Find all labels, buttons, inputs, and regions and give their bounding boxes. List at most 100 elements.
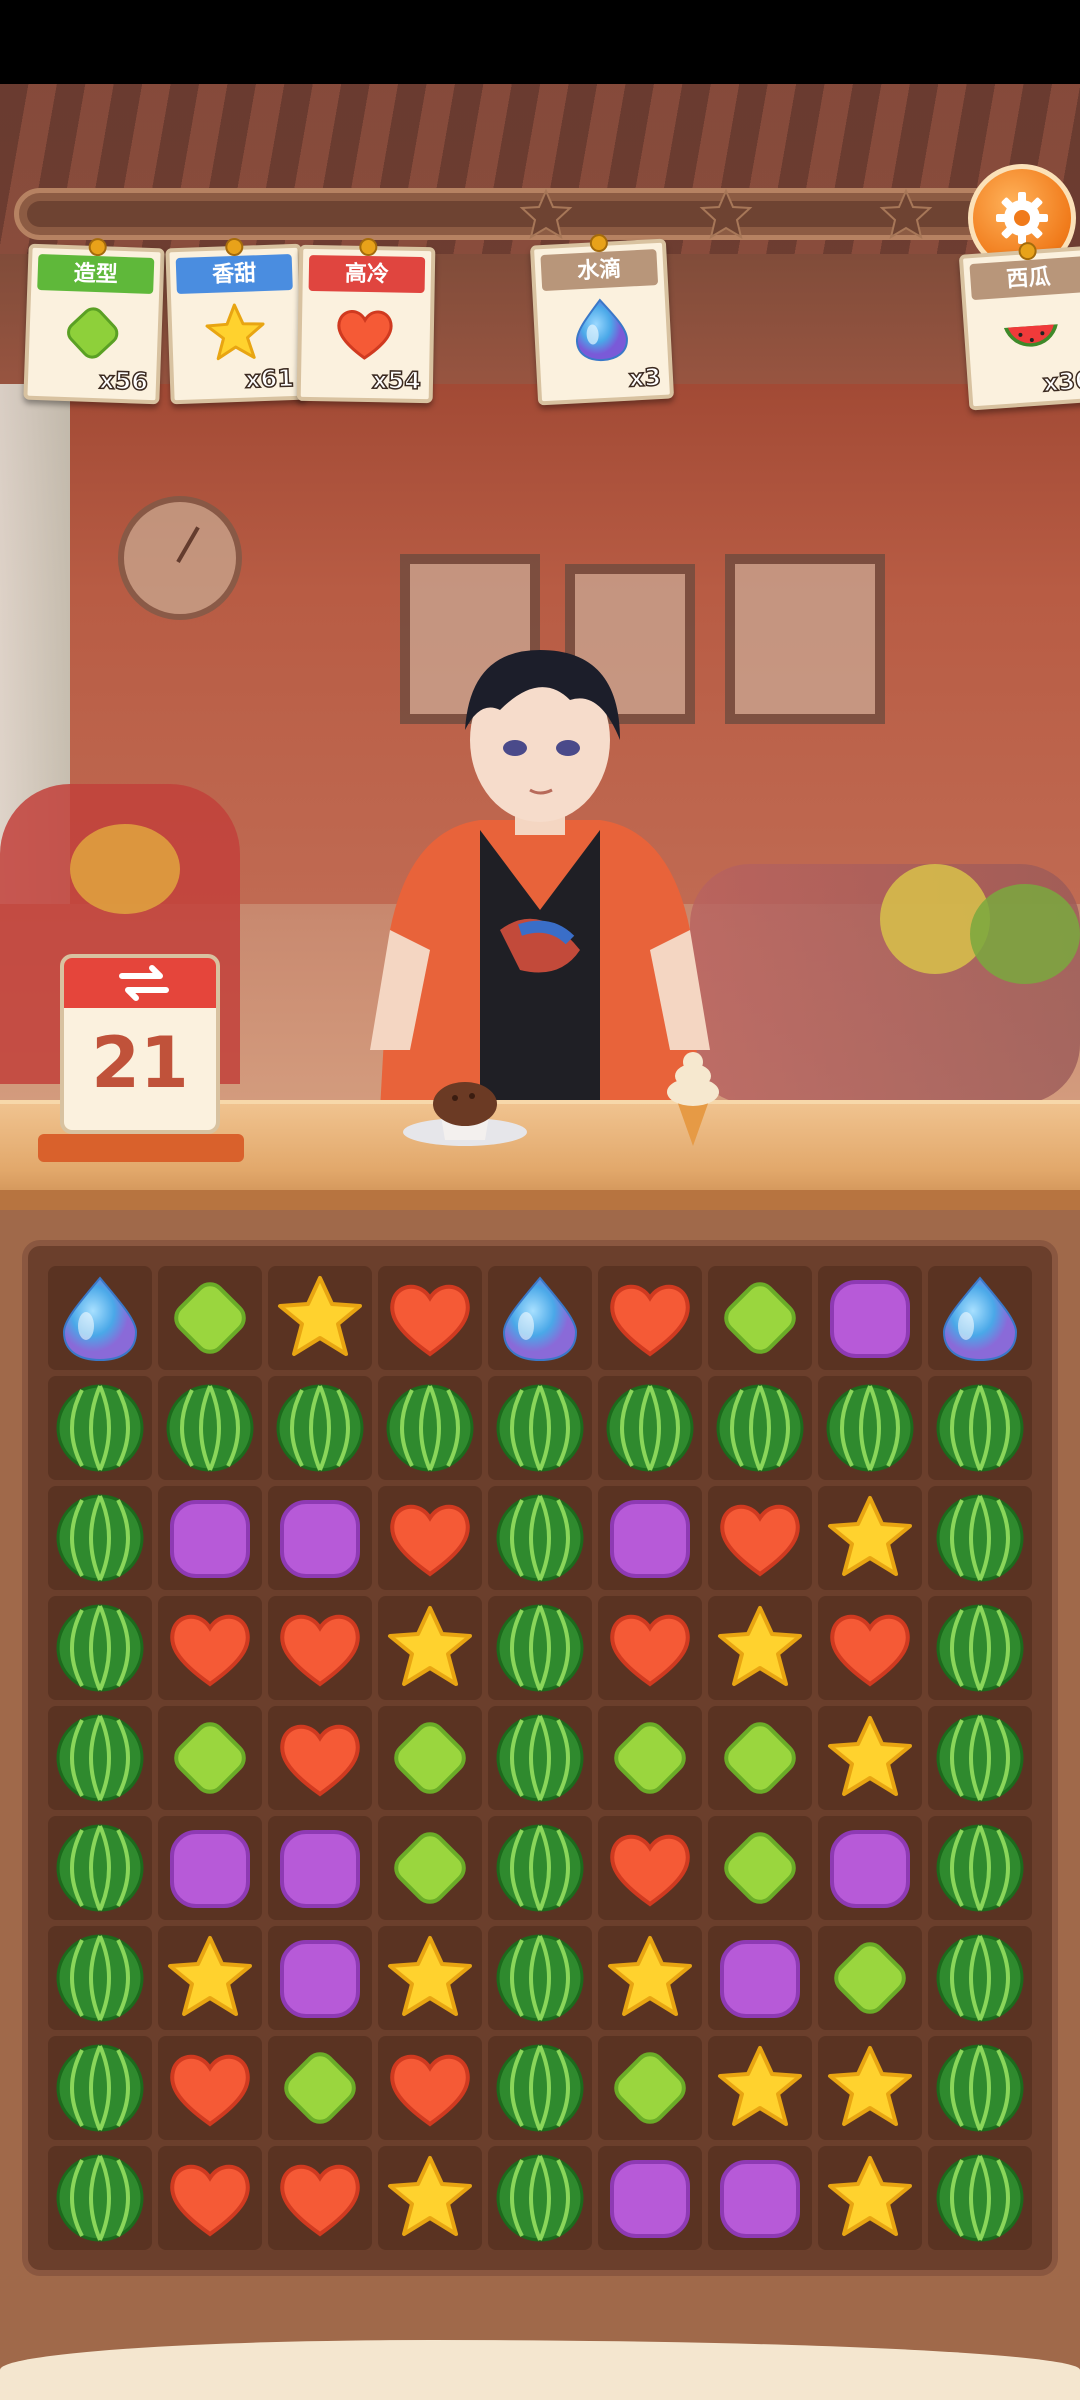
heart-gem-icon [280, 1724, 360, 1797]
board-tile[interactable] [158, 1266, 262, 1370]
board-tile[interactable] [928, 2146, 1032, 2250]
board-tile[interactable] [268, 1816, 372, 1920]
board-tile[interactable] [488, 1706, 592, 1810]
board-tile[interactable] [818, 1376, 922, 1480]
heart-gem-icon [390, 1284, 470, 1357]
board-tile[interactable] [488, 2146, 592, 2250]
board-tile[interactable] [48, 2146, 152, 2250]
goal-count: x3 [627, 362, 662, 393]
board-tile[interactable] [598, 1706, 702, 1810]
board-tile[interactable] [488, 1266, 592, 1370]
board-tile[interactable] [818, 2036, 922, 2140]
board-tile[interactable] [818, 2146, 922, 2250]
square-gem-icon [610, 2160, 690, 2238]
board-tile[interactable] [928, 1376, 1032, 1480]
star-gem-icon [718, 2046, 802, 2126]
red-heart-icon [337, 310, 393, 360]
board-tile[interactable] [708, 1926, 812, 2030]
board-tile[interactable] [488, 1376, 592, 1480]
board-tile[interactable] [158, 1926, 262, 2030]
board-tile[interactable] [708, 1266, 812, 1370]
melon-gem-icon [276, 1384, 364, 1472]
board-tile[interactable] [928, 1266, 1032, 1370]
board-tile[interactable] [268, 1486, 372, 1590]
board-tile[interactable] [488, 1926, 592, 2030]
melon-gem-icon [56, 2044, 144, 2132]
status-bar [0, 0, 1080, 84]
board-tile[interactable] [488, 1816, 592, 1920]
board-tile[interactable] [158, 2036, 262, 2140]
board-tile[interactable] [598, 1926, 702, 2030]
board-tile[interactable] [708, 2036, 812, 2140]
board-tile[interactable] [818, 1926, 922, 2030]
board-tile[interactable] [378, 1596, 482, 1700]
board-tile[interactable] [928, 2036, 1032, 2140]
board-tile[interactable] [158, 1486, 262, 1590]
board-tile[interactable] [708, 1486, 812, 1590]
board-tile[interactable] [378, 1816, 482, 1920]
square-gem-icon [720, 2160, 800, 2238]
board-tile[interactable] [818, 1706, 922, 1810]
board-tile[interactable] [598, 1486, 702, 1590]
board-tile[interactable] [598, 1266, 702, 1370]
board-tile[interactable] [48, 1816, 152, 1920]
board-tile[interactable] [928, 1816, 1032, 1920]
pin [1018, 241, 1038, 261]
board-tile[interactable] [378, 1376, 482, 1480]
board-tile[interactable] [928, 1486, 1032, 1590]
board-tile[interactable] [708, 1596, 812, 1700]
board-tile[interactable] [268, 1266, 372, 1370]
board-tile[interactable] [378, 1706, 482, 1810]
board-tile[interactable] [818, 1816, 922, 1920]
board-tile[interactable] [598, 1376, 702, 1480]
board-tile[interactable] [48, 1266, 152, 1370]
board-tile[interactable] [48, 1706, 152, 1810]
board-tile[interactable] [268, 1596, 372, 1700]
board-tile[interactable] [488, 2036, 592, 2140]
board-tile[interactable] [378, 1486, 482, 1590]
board-tile[interactable] [268, 2146, 372, 2250]
counter-edge [0, 1190, 1080, 1210]
board-tile[interactable] [158, 1816, 262, 1920]
board-tile[interactable] [48, 2036, 152, 2140]
board-tile[interactable] [378, 1266, 482, 1370]
board-tile[interactable] [378, 2036, 482, 2140]
board-tile[interactable] [268, 1926, 372, 2030]
board-tile[interactable] [48, 1486, 152, 1590]
board-tile[interactable] [708, 2146, 812, 2250]
board-tile[interactable] [378, 2146, 482, 2250]
board-tile[interactable] [598, 1816, 702, 1920]
board-tile[interactable] [158, 1706, 262, 1810]
board-tile[interactable] [268, 2036, 372, 2140]
board-tile[interactable] [598, 2146, 702, 2250]
board-tile[interactable] [928, 1596, 1032, 1700]
board-tile[interactable] [818, 1486, 922, 1590]
board-tile[interactable] [818, 1596, 922, 1700]
board-tile[interactable] [48, 1926, 152, 2030]
star-gem-icon [168, 1936, 252, 2016]
board-tile[interactable] [158, 1376, 262, 1480]
melon-gem-icon [936, 1714, 1024, 1802]
board-tile[interactable] [928, 1706, 1032, 1810]
heart-gem-icon [280, 2164, 360, 2237]
board-tile[interactable] [48, 1376, 152, 1480]
board-tile[interactable] [488, 1486, 592, 1590]
moves-value: 21 [91, 1022, 189, 1104]
board-tile[interactable] [708, 1376, 812, 1480]
board-tile[interactable] [378, 1926, 482, 2030]
board-tile[interactable] [818, 1266, 922, 1370]
board-tile[interactable] [598, 1596, 702, 1700]
melon-gem-icon [936, 1494, 1024, 1582]
board-tile[interactable] [488, 1596, 592, 1700]
heart-gem-icon [280, 1614, 360, 1687]
board-tile[interactable] [598, 2036, 702, 2140]
wall-clock [118, 496, 242, 620]
board-tile[interactable] [708, 1706, 812, 1810]
board-tile[interactable] [708, 1816, 812, 1920]
board-tile[interactable] [158, 2146, 262, 2250]
board-tile[interactable] [268, 1706, 372, 1810]
board-tile[interactable] [268, 1376, 372, 1480]
board-tile[interactable] [158, 1596, 262, 1700]
board-tile[interactable] [48, 1596, 152, 1700]
board-tile[interactable] [928, 1926, 1032, 2030]
